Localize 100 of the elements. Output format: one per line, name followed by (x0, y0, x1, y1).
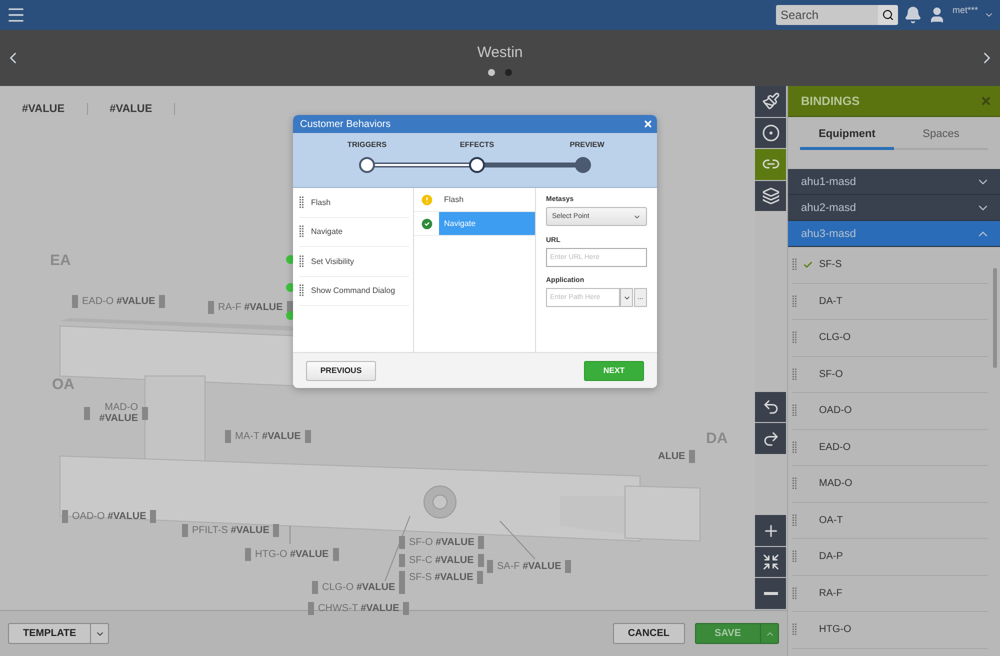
search-icon (882, 9, 894, 21)
point-marker (487, 560, 493, 573)
previous-button[interactable]: PREVIOUS (306, 360, 376, 380)
trigger-item[interactable]: Set Visibility (311, 256, 354, 266)
point-label: HTG-O #VALUE (255, 549, 329, 560)
dropdown-button[interactable] (620, 288, 633, 307)
point-label: ALUE (658, 451, 686, 462)
search-button[interactable] (878, 5, 898, 25)
point-label: OAD-O #VALUE (72, 511, 146, 522)
point-label: SF-C #VALUE (409, 555, 474, 566)
point-item[interactable]: MAD-O (819, 478, 852, 490)
point-marker (689, 450, 696, 463)
drag-handle-icon[interactable] (792, 404, 797, 418)
point-marker (403, 602, 410, 615)
point-item[interactable]: CLG-O (819, 332, 851, 344)
point-marker (312, 581, 318, 594)
drag-handle-icon[interactable] (792, 514, 797, 527)
ring-icon (762, 124, 780, 142)
step-dot[interactable] (469, 157, 485, 173)
point-marker (273, 524, 280, 537)
trigger-item[interactable]: Navigate (311, 227, 343, 236)
panel-title: BINDINGS (801, 94, 860, 108)
fit-button[interactable] (755, 546, 786, 578)
page-title: Westin (477, 44, 523, 61)
point-marker (478, 536, 484, 549)
point-marker (399, 554, 405, 567)
stat-value: #VALUE (22, 103, 88, 115)
page-dot[interactable] (488, 69, 495, 76)
point-label: EAD-O #VALUE (82, 296, 156, 307)
template-button[interactable]: TEMPLATE (8, 623, 92, 644)
page-dot[interactable] (505, 69, 512, 76)
drag-handle-icon[interactable] (792, 623, 797, 636)
point-marker (565, 560, 572, 573)
drag-handle-icon[interactable] (792, 294, 797, 308)
scrollbar-thumb[interactable] (993, 268, 997, 368)
drag-handle-icon[interactable] (792, 331, 797, 344)
bell-icon[interactable] (904, 6, 922, 24)
minus-icon (764, 592, 778, 596)
point-item[interactable]: HTG-O (819, 624, 852, 636)
point-marker (477, 571, 484, 584)
close-icon[interactable] (643, 119, 653, 129)
drag-handle-icon[interactable] (792, 477, 797, 490)
warning-icon (420, 192, 434, 206)
point-marker (208, 301, 214, 314)
drag-handle-icon[interactable] (299, 225, 304, 238)
trigger-item[interactable]: Flash (311, 198, 331, 207)
point-item[interactable]: RA-F (819, 588, 842, 599)
point-item[interactable]: EAD-O (819, 442, 851, 453)
zoom-in-button[interactable] (755, 515, 786, 546)
drag-handle-icon[interactable] (792, 586, 797, 600)
drag-handle-icon[interactable] (299, 254, 304, 268)
undo-button[interactable] (755, 392, 786, 422)
ring-tool-button[interactable] (755, 118, 786, 148)
drag-handle-icon[interactable] (792, 550, 797, 564)
point-marker (332, 548, 339, 561)
layers-icon (762, 187, 780, 206)
search-field[interactable]: Search (776, 5, 878, 25)
dialog-title: Customer Behaviors (300, 118, 391, 130)
point-marker (62, 510, 68, 523)
point-label: MA-T #VALUE (235, 431, 301, 442)
step-dot[interactable] (575, 157, 591, 173)
user-name[interactable]: met*** (952, 5, 978, 15)
zoom-out-button[interactable] (755, 578, 786, 609)
point-item[interactable]: OAD-O (819, 405, 852, 416)
point-label: RA-F #VALUE (218, 302, 283, 313)
point-item[interactable]: SF-O (819, 368, 843, 380)
point-item[interactable]: DA-P (819, 551, 843, 562)
point-label: SF-O #VALUE (409, 537, 474, 548)
equipment-group[interactable]: ahu2-masd (788, 195, 1000, 221)
layers-tool-button[interactable] (755, 180, 786, 212)
point-label: PFILT-S #VALUE (192, 525, 270, 536)
point-marker (159, 295, 166, 308)
cancel-button[interactable]: CANCEL (612, 623, 684, 644)
step-dot[interactable] (359, 157, 375, 173)
point-item[interactable]: OA-T (819, 514, 843, 526)
point-marker (84, 406, 90, 420)
point-item[interactable]: DA-T (819, 296, 842, 307)
drag-handle-icon[interactable] (792, 368, 797, 381)
bindings-tool-button[interactable] (755, 149, 786, 180)
point-item[interactable]: SF-S (819, 259, 842, 270)
point-marker (150, 510, 156, 523)
point-marker (245, 548, 251, 561)
drag-handle-icon[interactable] (792, 258, 797, 272)
paint-tool-button[interactable] (755, 86, 786, 117)
drag-handle-icon[interactable] (792, 440, 797, 454)
panel-tab[interactable]: Spaces (894, 121, 988, 150)
trigger-item[interactable]: Show Command Dialog (311, 286, 396, 296)
point-marker (478, 554, 484, 567)
drag-handle-icon[interactable] (299, 196, 304, 209)
panel-tab[interactable]: Equipment (800, 121, 894, 150)
redo-button[interactable] (755, 423, 786, 454)
point-label: CLG-O #VALUE (322, 582, 396, 593)
point-marker (308, 602, 314, 615)
equipment-group[interactable]: ahu1-masd (788, 169, 1000, 195)
point-label: SA-F #VALUE (497, 561, 562, 572)
drag-handle-icon[interactable] (299, 284, 304, 298)
redo-icon (762, 430, 780, 448)
stat-value: #VALUE (110, 103, 176, 115)
undo-icon (762, 398, 780, 416)
paintbrush-icon (762, 92, 780, 110)
